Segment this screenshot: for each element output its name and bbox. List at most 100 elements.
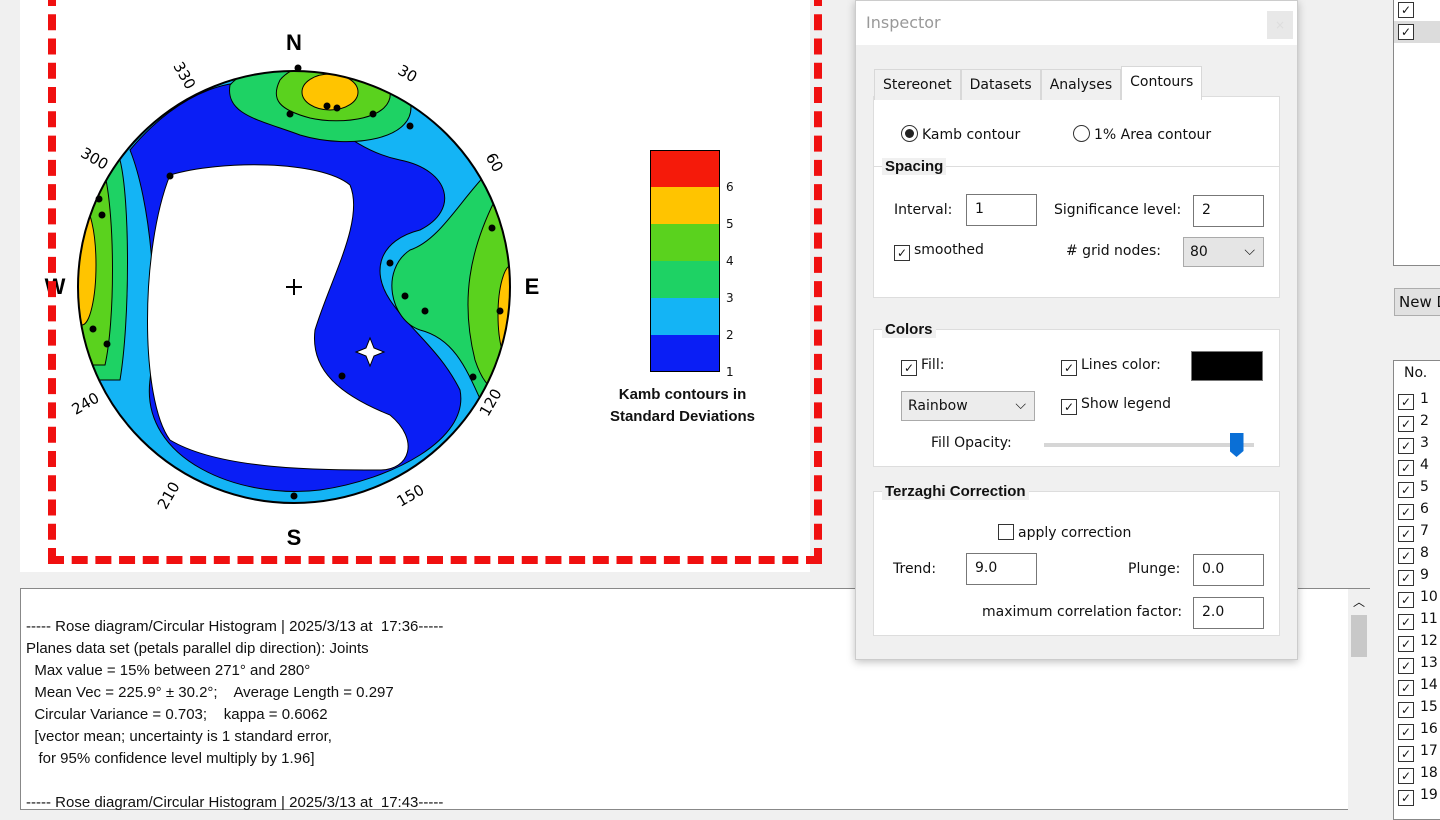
- inspector-title: Inspector: [856, 1, 1297, 45]
- checkbox-checked-icon[interactable]: ✓: [1398, 482, 1414, 498]
- dataset-row[interactable]: ✓: [1394, 0, 1440, 21]
- checkbox-checked-icon[interactable]: ✓: [1398, 746, 1414, 762]
- checkbox-checked-icon[interactable]: ✓: [1398, 614, 1414, 630]
- scroll-thumb[interactable]: [1351, 615, 1367, 657]
- fill-checkbox[interactable]: ✓ Fill:: [901, 357, 944, 376]
- log-scrollbar[interactable]: ︿: [1348, 589, 1370, 810]
- table-row[interactable]: ✓ 18: [1394, 765, 1440, 787]
- fill-opacity-label: Fill Opacity:: [931, 435, 1012, 451]
- checkbox-checked-icon[interactable]: ✓: [1398, 570, 1414, 586]
- checkbox-checked-icon: ✓: [1061, 360, 1077, 376]
- row-number: 2: [1420, 413, 1429, 429]
- row-number: 11: [1420, 611, 1438, 627]
- palette-value: Rainbow: [908, 398, 968, 414]
- row-number: 9: [1420, 567, 1429, 583]
- table-row[interactable]: ✓ 12: [1394, 633, 1440, 655]
- table-row[interactable]: ✓ 8: [1394, 545, 1440, 567]
- table-row[interactable]: ✓ 2: [1394, 413, 1440, 435]
- tab-datasets[interactable]: Datasets: [960, 69, 1041, 100]
- smoothed-checkbox[interactable]: ✓ smoothed: [894, 242, 984, 261]
- spacing-group: [873, 166, 1280, 298]
- row-number: 6: [1420, 501, 1429, 517]
- log-line: Max value = 15% between 271° and 280°: [26, 662, 311, 679]
- row-number: 5: [1420, 479, 1429, 495]
- checkbox-checked-icon[interactable]: ✓: [1398, 680, 1414, 696]
- radio-selected-icon: [901, 125, 918, 142]
- checkbox-checked-icon[interactable]: ✓: [1398, 24, 1414, 40]
- significance-input[interactable]: 2: [1193, 195, 1264, 227]
- row-number: 3: [1420, 435, 1429, 451]
- max-correlation-label: maximum correlation factor:: [982, 604, 1183, 620]
- radio-kamb-label: Kamb contour: [922, 127, 1021, 143]
- radio-area-contour[interactable]: 1% Area contour: [1073, 125, 1211, 143]
- lines-color-checkbox[interactable]: ✓ Lines color:: [1061, 357, 1161, 376]
- table-row[interactable]: ✓ 7: [1394, 523, 1440, 545]
- table-row[interactable]: ✓ 1: [1394, 391, 1440, 413]
- checkbox-checked-icon[interactable]: ✓: [1398, 548, 1414, 564]
- table-row[interactable]: ✓ 3: [1394, 435, 1440, 457]
- tab-contours[interactable]: Contours: [1121, 66, 1203, 100]
- data-table: No. ✓ 1 ✓ 2 ✓ 3 ✓ 4 ✓ 5 ✓ 6 ✓ 7 ✓ 8 ✓ 9 ✓ 10 ✓ 11 ✓ 12 ✓ 13 ✓ 14 ✓ 15…: [1393, 360, 1440, 820]
- radio-area-label: 1% Area contour: [1094, 127, 1212, 143]
- checkbox-checked-icon[interactable]: ✓: [1398, 592, 1414, 608]
- scroll-up-icon[interactable]: ︿: [1348, 589, 1370, 610]
- table-row[interactable]: ✓ 9: [1394, 567, 1440, 589]
- checkbox-checked-icon[interactable]: ✓: [1398, 504, 1414, 520]
- table-row[interactable]: ✓ 17: [1394, 743, 1440, 765]
- lines-color-swatch[interactable]: [1191, 351, 1263, 381]
- checkbox-checked-icon[interactable]: ✓: [1398, 702, 1414, 718]
- table-row[interactable]: ✓ 13: [1394, 655, 1440, 677]
- trend-label: Trend:: [893, 561, 937, 577]
- checkbox-checked-icon[interactable]: ✓: [1398, 460, 1414, 476]
- checkbox-checked-icon[interactable]: ✓: [1398, 416, 1414, 432]
- table-row[interactable]: ✓ 19: [1394, 787, 1440, 809]
- tab-stereonet[interactable]: Stereonet: [874, 69, 961, 100]
- checkbox-checked-icon: ✓: [894, 245, 910, 261]
- table-row[interactable]: ✓ 6: [1394, 501, 1440, 523]
- checkbox-checked-icon[interactable]: ✓: [1398, 790, 1414, 806]
- dataset-list[interactable]: ✓ ✓: [1393, 0, 1440, 266]
- row-number: 17: [1420, 743, 1438, 759]
- checkbox-checked-icon[interactable]: ✓: [1398, 438, 1414, 454]
- table-row[interactable]: ✓ 16: [1394, 721, 1440, 743]
- fill-label: Fill:: [921, 357, 945, 373]
- grid-nodes-select[interactable]: 80 ⌵: [1183, 237, 1264, 267]
- tab-analyses[interactable]: Analyses: [1040, 69, 1122, 100]
- plunge-input[interactable]: 0.0: [1193, 554, 1264, 586]
- table-row[interactable]: ✓ 4: [1394, 457, 1440, 479]
- chevron-down-icon: ⌵: [1015, 397, 1026, 413]
- table-row[interactable]: ✓ 14: [1394, 677, 1440, 699]
- palette-select[interactable]: Rainbow ⌵: [901, 391, 1035, 421]
- dataset-row[interactable]: ✓: [1394, 21, 1440, 43]
- log-line: [vector mean; uncertainty is 1 standard …: [26, 728, 332, 745]
- max-correlation-input[interactable]: 2.0: [1193, 597, 1264, 629]
- show-legend-checkbox[interactable]: ✓ Show legend: [1061, 396, 1171, 415]
- row-number: 10: [1420, 589, 1438, 605]
- row-number: 7: [1420, 523, 1429, 539]
- checkbox-checked-icon[interactable]: ✓: [1398, 394, 1414, 410]
- table-row[interactable]: ✓ 10: [1394, 589, 1440, 611]
- inspector-window: Inspector × Stereonet Datasets Analyses …: [855, 0, 1298, 660]
- radio-kamb-contour[interactable]: Kamb contour: [901, 125, 1020, 143]
- checkbox-checked-icon[interactable]: ✓: [1398, 636, 1414, 652]
- right-panel: ✓ ✓ New D No. ✓1✓2✓3✓4✓5✓6✓7✓8✓9✓10✓11✓1…: [1390, 0, 1440, 820]
- table-row[interactable]: ✓ 5: [1394, 479, 1440, 501]
- row-number: 14: [1420, 677, 1438, 693]
- checkbox-checked-icon[interactable]: ✓: [1398, 526, 1414, 542]
- table-row[interactable]: ✓ 11: [1394, 611, 1440, 633]
- fill-opacity-slider[interactable]: [1044, 433, 1254, 457]
- close-button[interactable]: ×: [1267, 11, 1293, 39]
- selection-dashed-border: [48, 0, 822, 564]
- apply-correction-checkbox[interactable]: apply correction: [998, 524, 1131, 541]
- new-dataset-button[interactable]: New D: [1394, 288, 1440, 316]
- table-row[interactable]: ✓ 15: [1394, 699, 1440, 721]
- checkbox-checked-icon[interactable]: ✓: [1398, 724, 1414, 740]
- checkbox-checked-icon: ✓: [1061, 399, 1077, 415]
- checkbox-checked-icon[interactable]: ✓: [1398, 2, 1414, 18]
- colors-title: Colors: [882, 321, 936, 338]
- interval-input[interactable]: 1: [966, 194, 1037, 226]
- checkbox-checked-icon[interactable]: ✓: [1398, 658, 1414, 674]
- checkbox-checked-icon[interactable]: ✓: [1398, 768, 1414, 784]
- col-no-header[interactable]: No.: [1394, 365, 1440, 391]
- trend-input[interactable]: 9.0: [966, 553, 1037, 585]
